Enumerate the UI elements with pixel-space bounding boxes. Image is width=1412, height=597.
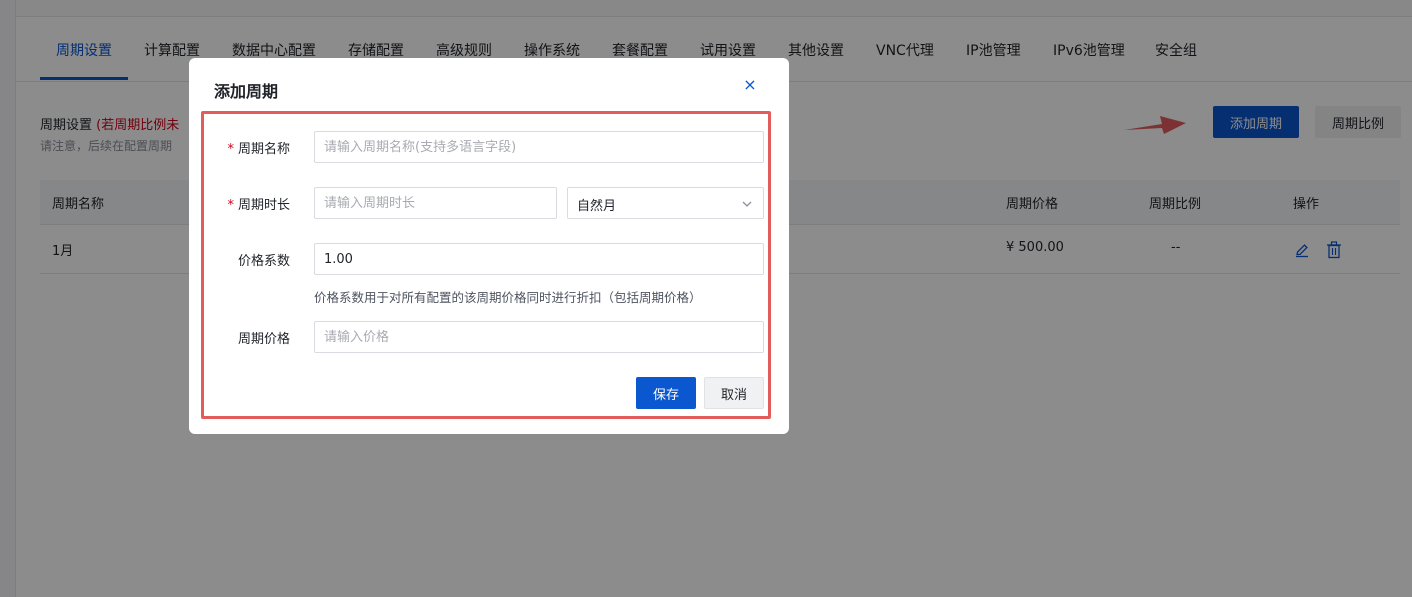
required-mark: *: [227, 198, 234, 213]
period-duration-label: * 周期时长: [227, 198, 290, 213]
duration-unit-select[interactable]: 自然月: [567, 187, 764, 219]
chevron-down-icon: [742, 201, 752, 207]
dialog-title: 添加周期: [214, 82, 279, 101]
period-name-label: * 周期名称: [227, 142, 290, 157]
add-period-dialog: 添加周期 × *周期名称 *周期时长 自然月 价格系数 价格系数用于对所有配置的…: [189, 58, 789, 434]
required-mark: *: [227, 142, 234, 157]
cancel-button[interactable]: 取消: [704, 377, 764, 409]
period-name-input[interactable]: [314, 131, 764, 163]
price-coefficient-label: 价格系数: [237, 254, 290, 269]
period-price-label: 周期价格: [237, 332, 290, 347]
save-button[interactable]: 保存: [636, 377, 696, 409]
close-icon[interactable]: ×: [741, 76, 759, 94]
price-coefficient-input[interactable]: [314, 243, 764, 275]
price-coefficient-hint: 价格系数用于对所有配置的该周期价格同时进行折扣（包括周期价格）: [314, 290, 702, 305]
duration-unit-value: 自然月: [577, 199, 617, 214]
period-duration-input[interactable]: [314, 187, 557, 219]
period-price-input[interactable]: [314, 321, 764, 353]
